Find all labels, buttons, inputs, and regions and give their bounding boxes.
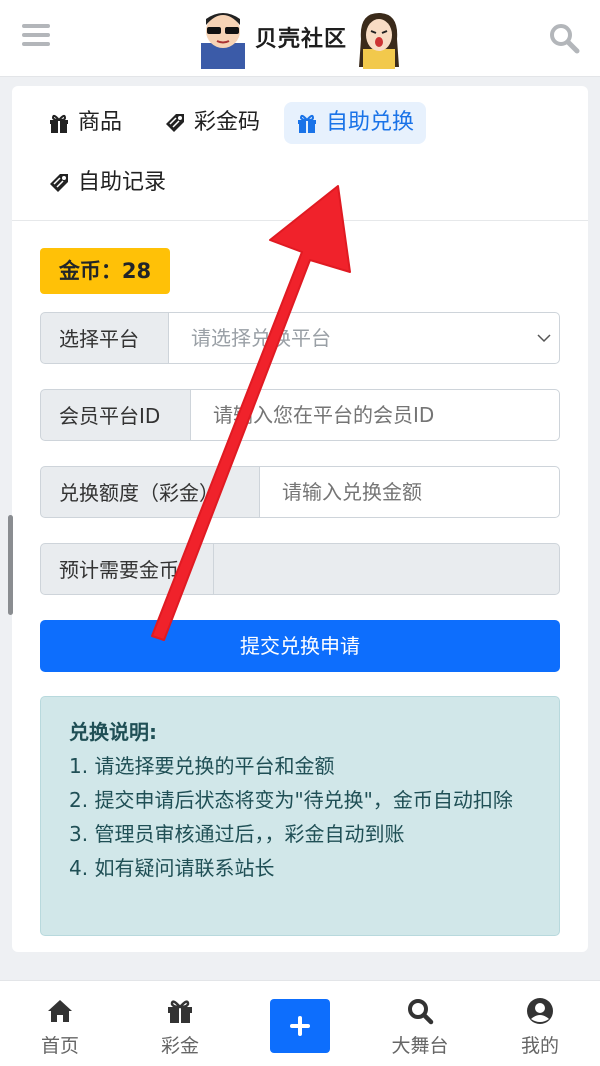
tab-bonus-code[interactable]: 彩金码	[152, 102, 272, 144]
plus-icon-vertical	[298, 1016, 302, 1036]
exchange-notice: 兑换说明: 1. 请选择要兑换的平台和金额 2. 提交申请后状态将变为"待兑换"…	[40, 696, 560, 936]
nav-label: 彩金	[160, 1035, 199, 1057]
amount-input[interactable]	[259, 466, 560, 518]
nav-home[interactable]: 首页	[0, 981, 120, 1066]
plus-button[interactable]	[270, 999, 330, 1053]
search-icon[interactable]	[548, 22, 580, 54]
tab-self-exchange[interactable]: 自助兑换	[284, 102, 427, 144]
tab-bar: 商品 彩金码 自助兑换 自助记录	[12, 86, 588, 221]
coins-needed-label: 预计需要金币	[40, 543, 215, 595]
coins-needed-output	[213, 543, 560, 595]
notice-title: 兑换说明:	[69, 720, 157, 744]
platform-select[interactable]: 请选择兑换平台	[168, 312, 560, 364]
bottom-nav: 首页 彩金 大舞台 我的	[0, 980, 600, 1066]
hamburger-icon[interactable]	[22, 24, 50, 50]
search-icon	[408, 999, 434, 1025]
amount-label: 兑换额度（彩金）	[40, 466, 261, 518]
ticket-icon	[50, 174, 68, 192]
nav-stage[interactable]: 大舞台	[360, 981, 480, 1066]
logo-face-right-icon	[359, 13, 399, 69]
site-logo[interactable]: 贝壳社区	[195, 5, 407, 69]
member-id-field: 会员平台ID	[40, 389, 560, 443]
tab-label: 自助兑换	[326, 110, 415, 135]
member-id-label: 会员平台ID	[40, 389, 192, 441]
main-card: 商品 彩金码 自助兑换 自助记录 金币：28 选择平台 请选择兑换平台 会员平台…	[12, 86, 588, 952]
gift-icon	[298, 114, 316, 133]
tab-label: 商品	[78, 110, 123, 135]
logo-text: 贝壳社区	[246, 15, 356, 59]
nav-me[interactable]: 我的	[480, 981, 600, 1066]
platform-select-value: 请选择兑换平台	[191, 326, 331, 350]
nav-bonus[interactable]: 彩金	[120, 981, 240, 1066]
user-circle-icon	[527, 998, 553, 1024]
submit-exchange-button[interactable]: 提交兑换申请	[40, 620, 560, 672]
gift-icon	[168, 1000, 192, 1023]
nav-label: 我的	[520, 1035, 559, 1057]
tab-self-records[interactable]: 自助记录	[36, 162, 178, 204]
home-icon	[48, 1000, 72, 1022]
tab-products[interactable]: 商品	[36, 102, 134, 144]
chevron-down-icon	[537, 334, 551, 343]
nav-label: 首页	[40, 1035, 79, 1057]
notice-line: 2. 提交申请后状态将变为"待兑换"，金币自动扣除	[69, 788, 513, 812]
top-bar: 贝壳社区	[0, 0, 600, 77]
coins-needed-field: 预计需要金币	[40, 543, 560, 597]
amount-field: 兑换额度（彩金）	[40, 466, 560, 520]
coin-badge: 金币：28	[40, 248, 170, 294]
scrollbar[interactable]	[8, 515, 13, 615]
gift-icon	[50, 114, 68, 133]
nav-label: 大舞台	[391, 1035, 449, 1057]
member-id-input[interactable]	[190, 389, 560, 441]
platform-field: 选择平台 请选择兑换平台	[40, 312, 560, 366]
platform-label: 选择平台	[40, 312, 170, 364]
tab-label: 彩金码	[194, 110, 261, 135]
notice-line: 1. 请选择要兑换的平台和金额	[69, 754, 335, 778]
logo-face-left-icon	[201, 13, 245, 69]
notice-line: 4. 如有疑问请联系站长	[69, 856, 275, 880]
tab-label: 自助记录	[78, 170, 167, 195]
ticket-icon	[166, 114, 184, 132]
notice-line: 3. 管理员审核通过后，，彩金自动到账	[69, 822, 405, 846]
